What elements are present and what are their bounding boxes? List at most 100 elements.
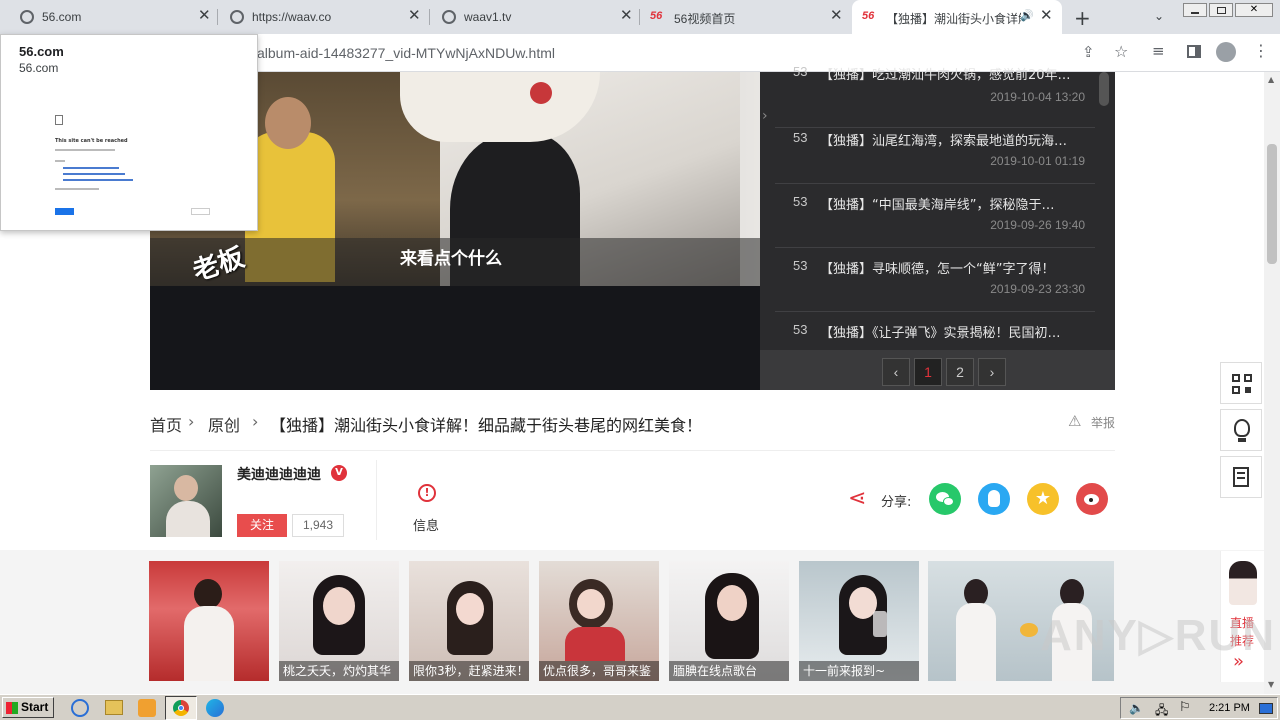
close-tab-icon[interactable]: ✕ — [408, 8, 421, 24]
clock[interactable]: 2:21 PM — [1209, 702, 1250, 714]
bookmark-star-icon[interactable]: ☆ — [1114, 42, 1128, 61]
next-page-button[interactable]: › — [978, 358, 1006, 386]
playlist-item-number: 53 — [793, 130, 808, 145]
tab-56com[interactable]: 56.com ✕ — [8, 0, 218, 34]
recommend-thumb[interactable]: 限你3秒，赶紧进来！ — [409, 561, 529, 681]
playlist-item[interactable]: 53 【独播】吃过潮汕牛肉火锅，感觉前20年… 2019-10-04 13:20 — [775, 64, 1095, 128]
qzone-share-icon[interactable]: ★ — [1027, 483, 1059, 515]
live-anchor-avatar — [1229, 561, 1257, 605]
divider — [150, 450, 1115, 451]
volume-icon[interactable]: 🔈 — [1129, 701, 1144, 715]
start-button[interactable]: Start — [2, 697, 54, 718]
collapse-playlist-icon[interactable]: › — [762, 108, 768, 124]
playlist-item[interactable]: 53 【独播】《让子弹飞》实景揭秘！民国初… — [775, 312, 1095, 350]
author-avatar[interactable] — [150, 465, 222, 537]
playlist-item-date: 2019-10-04 13:20 — [990, 90, 1085, 104]
close-tab-icon[interactable]: ✕ — [198, 8, 211, 24]
qr-code-button[interactable] — [1220, 362, 1262, 404]
flag-icon[interactable]: ⚐ — [1179, 700, 1191, 715]
tab-56-home[interactable]: 56 56视频首页 ✕ — [640, 0, 850, 34]
qq-share-icon[interactable] — [978, 483, 1010, 515]
playlist-item-title: 【独播】寻味顺德，怎一个“鲜”字了得！ — [820, 262, 1055, 277]
video-subtitle: 来看点个什么 — [400, 249, 502, 269]
speaker-icon[interactable]: 🔊 — [1020, 9, 1034, 22]
recommend-thumb[interactable] — [149, 561, 269, 681]
share-page-icon[interactable]: ⇪ — [1082, 43, 1095, 61]
breadcrumb-home[interactable]: 首页 — [150, 412, 182, 436]
media-player-icon[interactable] — [138, 699, 156, 717]
info-label[interactable]: 信息 — [413, 515, 439, 534]
scene-hat-logo — [530, 82, 552, 104]
feedback-edit-icon[interactable] — [1220, 456, 1262, 498]
playlist-item-number: 53 — [793, 194, 808, 209]
playlist-item[interactable]: 53 【独播】“中国最美海岸线”，探秘隐于… 2019-09-26 19:40 — [775, 184, 1095, 248]
report-link[interactable]: 举报 — [1091, 414, 1115, 431]
wechat-share-icon[interactable] — [929, 483, 961, 515]
browser-window: 56.com ✕ https://waav.co ✕ waav1.tv ✕ 56… — [0, 0, 1280, 720]
media-control-icon[interactable]: ≡ — [1152, 42, 1165, 60]
close-window-button[interactable]: ✕ — [1235, 3, 1273, 17]
divider — [376, 460, 377, 540]
thumb-caption: 优点很多，哥哥来鉴 — [539, 661, 659, 681]
profile-avatar-icon[interactable] — [1216, 42, 1236, 62]
breadcrumb-separator-icon: › — [252, 412, 259, 431]
menu-kebab-icon[interactable]: ⋮ — [1253, 41, 1269, 60]
playlist-item[interactable]: 53 【独播】寻味顺德，怎一个“鲜”字了得！ 2019-09-23 23:30 — [775, 248, 1095, 312]
playlist-item[interactable]: 53 【独播】汕尾红海湾，探索最地道的玩海… 2019-10-01 01:19 — [775, 120, 1095, 184]
page-scrollbar[interactable]: ▲ ▼ — [1264, 72, 1280, 694]
tab-waav[interactable]: https://waav.co ✕ — [218, 0, 430, 34]
close-tab-icon[interactable]: ✕ — [1040, 8, 1053, 24]
playlist-panel: › 53 【独播】吃过潮汕牛肉火锅，感觉前20年… 2019-10-04 13:… — [760, 64, 1115, 390]
lightbulb-icon[interactable] — [1220, 409, 1262, 451]
minimize-button[interactable] — [1183, 3, 1207, 17]
playlist-item-date: 2019-09-26 19:40 — [990, 218, 1085, 232]
playlist-item-date: 2019-10-01 01:19 — [990, 154, 1085, 168]
error-page-icon — [55, 115, 63, 125]
author-name[interactable]: 美迪迪迪迪迪 — [237, 464, 321, 484]
ie-icon[interactable] — [71, 699, 89, 717]
close-tab-icon[interactable]: ✕ — [830, 8, 843, 24]
address-bar[interactable]: album-aid-14483277_vid-MTYwNjAxNDUw.html — [257, 45, 555, 61]
edge-icon[interactable] — [206, 699, 224, 717]
side-panel-icon[interactable] — [1187, 45, 1201, 58]
playlist-scrollbar[interactable] — [1099, 72, 1109, 106]
close-tab-icon[interactable]: ✕ — [620, 8, 633, 24]
globe-icon — [20, 10, 34, 24]
preview-error-title: This site can't be reached — [55, 138, 128, 144]
tab-waav1[interactable]: waav1.tv ✕ — [430, 0, 640, 34]
recommend-thumb[interactable]: 十一前来报到~ — [799, 561, 919, 681]
page-1-button[interactable]: 1 — [914, 358, 942, 386]
playlist-item-number: 53 — [793, 322, 808, 337]
recommend-thumb[interactable]: 桃之夭夭，灼灼其华 — [279, 561, 399, 681]
network-icon[interactable]: 🖧 — [1155, 701, 1168, 720]
prev-page-button[interactable]: ‹ — [882, 358, 910, 386]
tab-title: 56.com — [42, 10, 82, 24]
breadcrumb-section[interactable]: 原创 — [208, 412, 240, 436]
preview-text-line — [55, 160, 65, 162]
restore-button[interactable] — [1209, 3, 1233, 17]
page-2-button[interactable]: 2 — [946, 358, 974, 386]
desktop-icon[interactable] — [1259, 703, 1273, 714]
folder-icon[interactable] — [105, 700, 123, 715]
weibo-share-icon[interactable] — [1076, 483, 1108, 515]
preview-reload-button — [55, 208, 74, 215]
tab-strip: 56.com ✕ https://waav.co ✕ waav1.tv ✕ 56… — [0, 0, 1280, 34]
thumb-caption: 十一前来报到~ — [799, 661, 919, 681]
follow-button[interactable]: 关注 — [237, 514, 287, 537]
recommend-thumb[interactable]: 优点很多，哥哥来鉴 — [539, 561, 659, 681]
follower-count: 1,943 — [292, 514, 344, 537]
tab-active-video[interactable]: 56 【独播】潮汕街头小食详解 🔊 ✕ — [852, 0, 1062, 34]
playlist-item-title: 【独播】《让子弹飞》实景揭秘！民国初… — [820, 326, 1061, 341]
tab-title: waav1.tv — [464, 10, 512, 24]
info-icon[interactable]: ! — [418, 484, 436, 502]
chevron-down-icon[interactable]: ⌄ — [1154, 9, 1164, 23]
thumb-caption: 腼腆在线点歌台 — [669, 661, 789, 681]
playlist-item-number: 53 — [793, 64, 808, 79]
new-tab-icon[interactable]: + — [1074, 6, 1091, 30]
playlist-item-date: 2019-09-23 23:30 — [990, 282, 1085, 296]
recommend-thumb[interactable]: 腼腆在线点歌台 — [669, 561, 789, 681]
warning-icon: ⚠ — [1068, 412, 1082, 430]
anyrun-watermark: ANY▷RUN — [1040, 611, 1277, 660]
start-label: Start — [21, 700, 49, 714]
chrome-taskbar-button[interactable] — [165, 696, 197, 720]
